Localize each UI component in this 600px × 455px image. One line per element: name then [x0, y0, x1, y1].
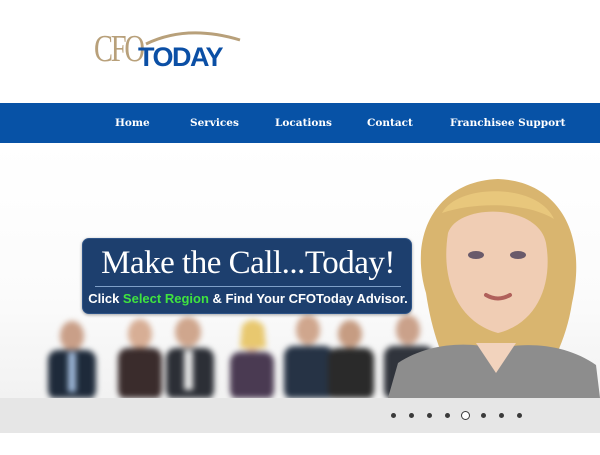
subtext-prefix: Click	[88, 291, 123, 306]
callout-divider	[95, 286, 401, 287]
nav-franchisee-support[interactable]: Franchisee Support	[450, 103, 565, 143]
slide-dot-2[interactable]	[409, 412, 414, 418]
nav-locations[interactable]: Locations	[275, 103, 332, 143]
nav-contact[interactable]: Contact	[367, 103, 413, 143]
nav-home[interactable]: Home	[115, 103, 150, 143]
hero-subtext: Click Select Region & Find Your CFOToday…	[83, 290, 413, 308]
hero-banner[interactable]: Make the Call...Today! Click Select Regi…	[0, 143, 600, 398]
slider-pagination	[391, 410, 535, 420]
logo-today-text: TODAY	[138, 42, 224, 72]
crowd-image	[48, 315, 434, 398]
slide-dot-4[interactable]	[445, 412, 450, 418]
slider-control-bar	[0, 398, 600, 433]
woman-portrait-image	[388, 179, 600, 398]
slide-dot-3[interactable]	[427, 412, 432, 418]
select-region-link[interactable]: Select Region	[123, 291, 209, 306]
hero-headline: Make the Call...Today!	[101, 245, 395, 281]
nav-services[interactable]: Services	[190, 103, 239, 143]
slide-dot-5-active[interactable]	[461, 410, 470, 420]
slide-dot-6[interactable]	[481, 412, 486, 418]
slide-dot-8[interactable]	[517, 412, 522, 418]
slide-dot-7[interactable]	[499, 412, 504, 418]
main-navigation: Home Services Locations Contact Franchis…	[0, 103, 600, 143]
call-to-action-banner[interactable]: Make the Call...Today! Click Select Regi…	[82, 238, 412, 314]
logo-cfo-text: CFO	[94, 28, 145, 70]
slide-dot-1[interactable]	[391, 412, 396, 418]
site-logo[interactable]: CFO TODAY	[92, 26, 242, 76]
subtext-suffix: & Find Your CFOToday Advisor.	[208, 291, 408, 306]
